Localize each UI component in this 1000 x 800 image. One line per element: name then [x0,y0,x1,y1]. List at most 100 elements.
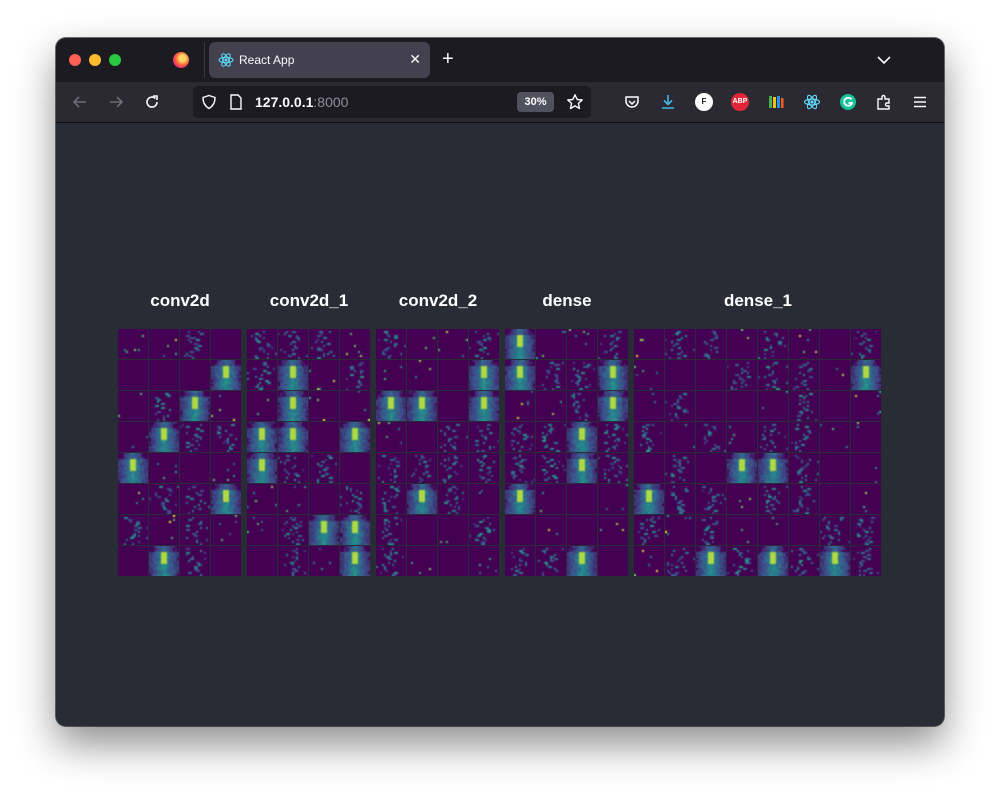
feature-map [149,360,179,390]
zoom-level-badge[interactable]: 30% [517,92,554,112]
feature-map [567,453,597,483]
feature-map [789,484,819,514]
feature-map [180,515,210,545]
feature-map [309,546,339,576]
feature-map [376,422,406,452]
extension-f-icon[interactable]: F [695,93,713,111]
firefox-logo-icon [173,52,189,68]
feature-map [180,453,210,483]
feature-map [407,360,437,390]
feature-map [340,546,370,576]
feature-map [149,484,179,514]
feature-map [634,391,664,421]
tab-divider [204,42,205,78]
feature-map [407,484,437,514]
feature-map [598,546,628,576]
feature-map [696,484,726,514]
feature-map [340,453,370,483]
feature-map [598,391,628,421]
feature-map [505,360,535,390]
feature-map [820,422,850,452]
url-bar[interactable]: 127.0.0.1:8000 30% [193,86,591,118]
feature-map [665,360,695,390]
feature-map [118,329,148,359]
activation-grid-conv2d [118,329,242,577]
tab-react-app[interactable]: React App ✕ [209,42,430,78]
feature-map [211,453,241,483]
feature-map [211,546,241,576]
feature-map [278,329,308,359]
feature-map [851,515,881,545]
forward-arrow-icon[interactable] [107,93,125,111]
grammarly-icon[interactable] [839,93,857,111]
feature-map [376,329,406,359]
feature-map [118,546,148,576]
feature-map [851,422,881,452]
feature-map [820,453,850,483]
feature-map [758,453,788,483]
feature-map [309,422,339,452]
minimize-window-button[interactable] [89,54,101,66]
feature-map [407,391,437,421]
feature-map [665,515,695,545]
feature-map [118,515,148,545]
star-icon[interactable] [566,93,584,111]
reload-icon[interactable] [143,93,161,111]
page-icon[interactable] [229,94,243,110]
feature-map [376,453,406,483]
react-devtools-icon[interactable] [803,93,821,111]
feature-map [727,391,757,421]
activation-grid-dense-1 [634,329,882,577]
feature-map [696,422,726,452]
feature-map [820,329,850,359]
feature-map [665,422,695,452]
puzzle-icon[interactable] [875,93,893,111]
chevron-down-icon[interactable] [876,52,892,68]
feature-map [211,484,241,514]
feature-map [727,360,757,390]
feature-map [407,515,437,545]
activation-grid-dense [505,329,629,577]
feature-map [820,391,850,421]
pocket-icon[interactable] [623,93,641,111]
feature-map [851,546,881,576]
feature-map [851,360,881,390]
close-window-button[interactable] [69,54,81,66]
feature-map [789,360,819,390]
feature-map [758,422,788,452]
back-arrow-icon[interactable] [71,93,89,111]
zoom-window-button[interactable] [109,54,121,66]
download-icon[interactable] [659,93,677,111]
feature-map [340,422,370,452]
feature-map [567,329,597,359]
feature-map [567,546,597,576]
activation-grid-conv2d-1 [247,329,371,577]
feature-map [118,391,148,421]
feature-map [149,546,179,576]
feature-map [820,484,850,514]
tab-close-icon[interactable]: ✕ [409,51,421,67]
feature-map [469,329,499,359]
feature-map [469,391,499,421]
shield-icon[interactable] [201,94,217,110]
feature-map [820,546,850,576]
hamburger-menu-icon[interactable] [911,93,929,111]
feature-map [851,484,881,514]
adblock-icon[interactable]: ABP [731,93,749,111]
feature-map [634,453,664,483]
feature-map [211,422,241,452]
feature-map [696,329,726,359]
bookshelf-icon[interactable] [767,93,785,111]
url-text[interactable]: 127.0.0.1:8000 [255,94,348,110]
feature-map [149,391,179,421]
feature-map [180,391,210,421]
page-content: conv2d conv2d_1 conv2d_2 dense dense_1 [56,123,944,726]
new-tab-button[interactable]: + [442,49,454,69]
feature-map [851,391,881,421]
feature-map [727,453,757,483]
feature-map [665,391,695,421]
navigation-toolbar: 127.0.0.1:8000 30% F ABP [56,82,944,123]
feature-map [567,484,597,514]
feature-map [634,515,664,545]
feature-map [536,391,566,421]
